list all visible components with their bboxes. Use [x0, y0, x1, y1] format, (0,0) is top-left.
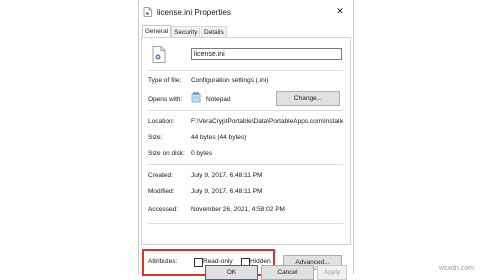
- general-panel: [141, 37, 351, 245]
- ok-button[interactable]: OK: [205, 265, 258, 280]
- separator: [148, 70, 343, 71]
- close-icon[interactable]: ✕: [334, 5, 346, 17]
- size-on-disk-label: Size on disk:: [148, 150, 185, 157]
- created-label: Created:: [148, 172, 173, 179]
- type-of-file-label: Type of file:: [148, 77, 182, 84]
- apply-button[interactable]: Apply: [317, 265, 347, 280]
- location-label: Location:: [148, 118, 175, 125]
- accessed-label: Accessed:: [148, 206, 178, 213]
- size-value: 44 bytes (44 bytes): [191, 134, 247, 141]
- cancel-button[interactable]: Cancel: [261, 265, 314, 280]
- size-on-disk-value: 0 bytes: [191, 150, 212, 157]
- separator: [148, 164, 343, 165]
- created-value: July 9, 2017, 6:48:11 PM: [191, 172, 263, 179]
- window-title: license.ini Properties: [157, 8, 231, 17]
- separator: [148, 223, 343, 224]
- opens-with-label: Opens with:: [148, 96, 183, 103]
- opens-with-value: Notepad: [206, 96, 231, 103]
- accessed-value: November 26, 2021, 4:58:02 PM: [191, 206, 285, 213]
- location-value: F:\VeraCryptPortable\Data\PortableApps.c…: [191, 118, 343, 125]
- type-of-file-value: Configuration settings (.ini): [191, 77, 269, 84]
- file-icon: [152, 46, 166, 63]
- modified-label: Modified:: [148, 188, 175, 195]
- file-name-input[interactable]: license.ini: [191, 48, 342, 60]
- separator: [148, 110, 343, 111]
- change-button[interactable]: Change...: [276, 91, 340, 106]
- size-label: Size:: [148, 134, 163, 141]
- watermark: wsxdn.com: [438, 265, 474, 272]
- ini-file-icon: [143, 7, 152, 17]
- notepad-icon: [191, 92, 201, 103]
- modified-value: July 9, 2017, 6:48:11 PM: [191, 188, 263, 195]
